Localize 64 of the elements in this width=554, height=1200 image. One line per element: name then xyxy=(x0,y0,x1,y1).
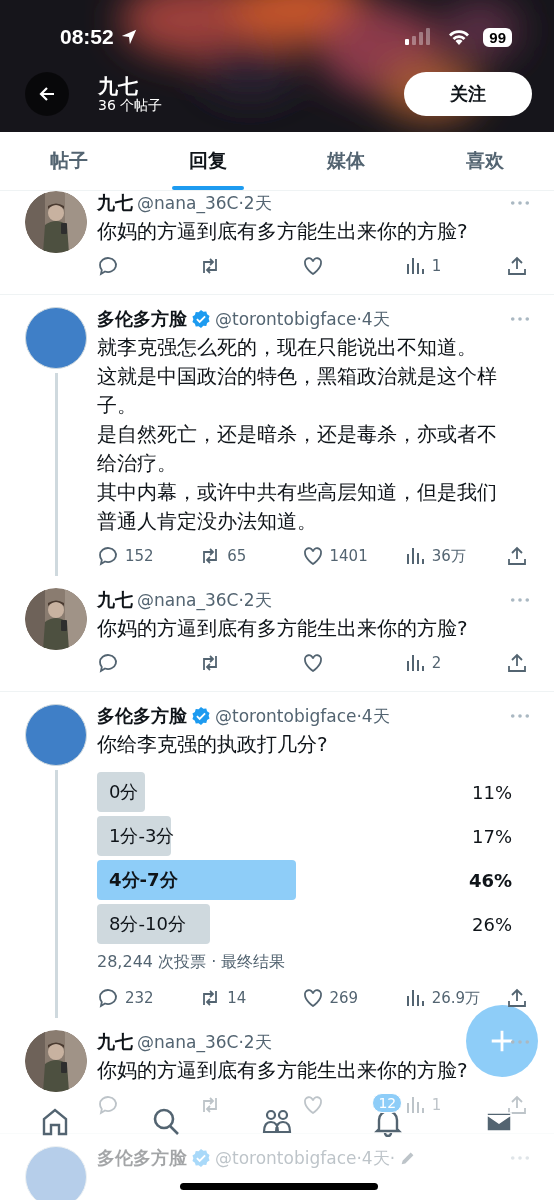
back-button[interactable] xyxy=(25,72,69,116)
reply-icon[interactable] xyxy=(97,255,119,277)
stat-count: 1 xyxy=(431,257,442,275)
post-text: 是自然死亡，还是暗杀，还是毒杀，亦或者不给治疗。 xyxy=(97,421,498,477)
stat-count: 65 xyxy=(227,547,247,565)
handle-and-time: @torontobigface·4天 xyxy=(215,704,390,728)
author-name: 多伦多方脸 xyxy=(97,307,187,331)
tab[interactable]: 回复 xyxy=(138,132,277,190)
post-count: 36 个帖子 xyxy=(98,97,164,113)
author-name: 多伦多方脸 xyxy=(97,704,187,728)
share-icon[interactable] xyxy=(506,987,528,1009)
poll-percent: 17% xyxy=(472,825,512,847)
author-name: 九七 xyxy=(97,588,133,612)
poll-percent: 46% xyxy=(468,869,512,891)
reply-icon[interactable] xyxy=(97,545,119,567)
handle-and-time: @torontobigface·4天· xyxy=(215,1146,396,1170)
tab[interactable]: 媒体 xyxy=(277,132,416,190)
reply-icon[interactable] xyxy=(97,987,119,1009)
share-icon[interactable] xyxy=(506,255,528,277)
profile-name: 九七 xyxy=(98,75,139,97)
share-icon[interactable] xyxy=(506,652,528,674)
poll-option: 0分 xyxy=(97,780,139,804)
heart-icon[interactable] xyxy=(301,652,324,674)
follow-button[interactable]: 关注 xyxy=(404,72,532,116)
clock-time: 08:52 xyxy=(60,25,114,49)
stat-count: 26.9万 xyxy=(431,988,481,1008)
handle-and-time: @nana_36C·2天 xyxy=(137,191,272,215)
poll-percent: 11% xyxy=(472,781,512,803)
stat-count: 14 xyxy=(227,989,247,1007)
post-text: 你妈的方逼到底有多方能生出来你的方脸? xyxy=(97,218,469,245)
post-text: 你妈的方逼到底有多方能生出来你的方脸? xyxy=(97,1057,469,1084)
post-text: 这就是中国政治的特色，黑箱政治就是这个样子。 xyxy=(97,363,498,419)
poll-results: 28,244 次投票 · 最终结果 xyxy=(97,952,287,972)
author-name: 九七 xyxy=(97,191,133,215)
tab[interactable]: 帖子 xyxy=(0,132,139,190)
stat-count: 36万 xyxy=(431,546,466,566)
poll-percent: 26% xyxy=(472,913,512,935)
handle-and-time: @nana_36C·2天 xyxy=(137,588,272,612)
handle-and-time: @torontobigface·4天 xyxy=(215,307,390,331)
stat-count: 2 xyxy=(431,654,442,672)
wifi-icon xyxy=(447,28,472,46)
poll-option: 8分-10分 xyxy=(97,912,186,936)
heart-icon[interactable] xyxy=(301,545,324,567)
stat-count: 269 xyxy=(329,989,359,1007)
share-icon[interactable] xyxy=(506,545,528,567)
reply-icon[interactable] xyxy=(97,652,119,674)
author-name: 九七 xyxy=(97,1030,133,1054)
poll-option: 1分-3分 xyxy=(97,824,175,848)
stat-count: 1401 xyxy=(329,547,368,565)
author-name: 多伦多方脸 xyxy=(97,1146,187,1170)
notification-badge: 12 xyxy=(372,1093,403,1113)
heart-icon[interactable] xyxy=(301,987,324,1009)
post-text: 其中内幕，或许中共有些高层知道，但是我们普通人肯定没办法知道。 xyxy=(97,479,498,535)
handle-and-time: @nana_36C·2天 xyxy=(137,1030,272,1054)
stat-count: 1 xyxy=(431,1096,442,1114)
post-text: 你给李克强的执政打几分? xyxy=(97,731,329,758)
post-text: 就李克强怎么死的，现在只能说出不知道。 xyxy=(97,334,478,361)
heart-icon[interactable] xyxy=(301,255,324,277)
stat-count: 152 xyxy=(125,547,154,565)
poll-option: 4分-7分 xyxy=(97,868,178,892)
tab[interactable]: 喜欢 xyxy=(415,132,554,190)
stat-count: 232 xyxy=(125,989,154,1007)
avatar xyxy=(25,1146,87,1200)
post-text: 你妈的方逼到底有多方能生出来你的方脸? xyxy=(97,615,469,642)
